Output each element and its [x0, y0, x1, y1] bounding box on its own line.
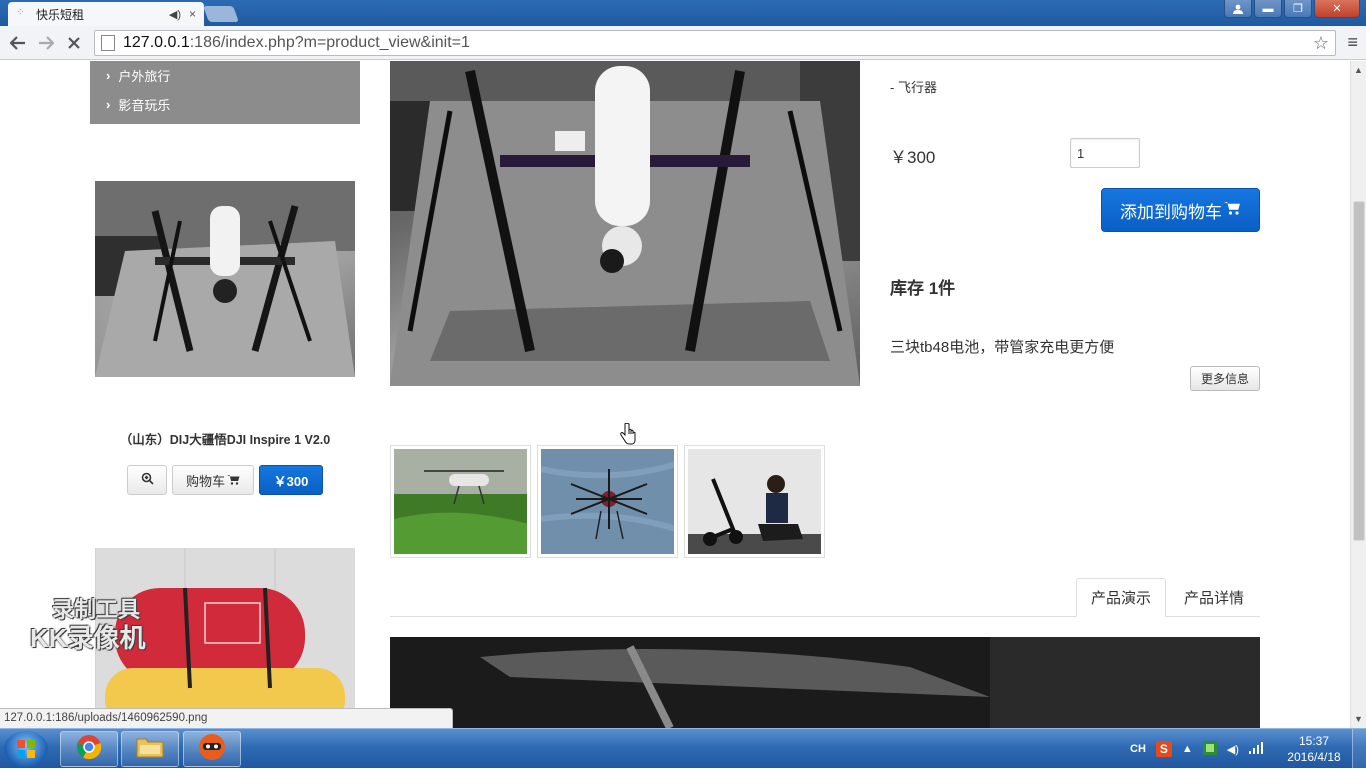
- more-info-button[interactable]: 更多信息: [1190, 366, 1260, 391]
- page-viewport: › 户外旅行 › 影音玩乐 （山东）DIJ大疆悟DJI Inspire 1 V2…: [0, 61, 1350, 728]
- side-cart-button[interactable]: 购物车: [172, 465, 254, 495]
- side-price-button[interactable]: ￥300: [259, 465, 323, 495]
- window-controls: ▬ ❐ ✕: [1224, 0, 1360, 18]
- volume-icon[interactable]: ◀): [1227, 743, 1239, 756]
- browser-tab[interactable]: ⁘ 快乐短租 ◀) ×: [8, 2, 204, 26]
- quantity-input[interactable]: [1070, 138, 1140, 168]
- chrome-icon: [76, 734, 102, 765]
- page-scrollbar[interactable]: ▲ ▼: [1350, 61, 1366, 728]
- user-icon[interactable]: [1224, 0, 1252, 18]
- main-product-image[interactable]: [390, 61, 860, 386]
- taskbar: CH S ▲ ◀) 15:37 2016/4/18: [0, 728, 1366, 769]
- bookmark-star-icon[interactable]: ☆: [1313, 33, 1329, 54]
- tab-close-icon[interactable]: ×: [189, 7, 196, 21]
- browser-toolbar: 127.0.0.1:186/index.php?m=product_view&i…: [0, 26, 1366, 60]
- recorder-watermark: 录制工具 KK录像机: [30, 596, 146, 652]
- thumb-person-scooter[interactable]: [684, 445, 825, 558]
- signal-icon[interactable]: [1248, 741, 1263, 757]
- stock-count: 库存 1件: [890, 279, 956, 298]
- browser-titlebar: ⁘ 快乐短租 ◀) × ▬ ❐ ✕: [0, 0, 1366, 26]
- cart-icon: [1224, 200, 1241, 220]
- new-tab-button[interactable]: [203, 6, 239, 22]
- scroll-down-arrow-icon[interactable]: ▼: [1354, 714, 1363, 724]
- side-product-actions: 购物车 ￥300: [127, 465, 323, 495]
- category-label: 户外旅行: [118, 69, 171, 84]
- speaker-icon[interactable]: ◀): [169, 8, 181, 21]
- back-arrow-icon[interactable]: [6, 31, 30, 55]
- network-tray-icon[interactable]: [1202, 740, 1217, 758]
- taskbar-explorer[interactable]: [121, 731, 179, 767]
- folder-icon: [136, 736, 164, 763]
- thumb-helicopter[interactable]: [390, 445, 531, 558]
- ime-indicator[interactable]: CH: [1130, 743, 1146, 755]
- product-category: - 飞行器: [890, 80, 937, 95]
- taskbar-kk-recorder[interactable]: [183, 731, 241, 767]
- product-description: 三块tb48电池，带管家充电更方便: [890, 339, 1115, 356]
- forward-arrow-icon[interactable]: [34, 31, 58, 55]
- restore-button[interactable]: ❐: [1284, 0, 1312, 18]
- page-loading-icon: ⁘: [16, 7, 25, 18]
- zoom-in-icon: [141, 472, 154, 488]
- show-desktop-button[interactable]: [1352, 729, 1366, 769]
- category-item-outdoor[interactable]: › 户外旅行: [90, 61, 360, 90]
- hand-cursor-icon: [620, 422, 636, 451]
- side-product-title[interactable]: （山东）DIJ大疆悟DJI Inspire 1 V2.0: [95, 429, 355, 448]
- chevron-right-icon: ›: [106, 68, 111, 83]
- product-demo-video[interactable]: [390, 637, 1260, 728]
- category-menu: › 户外旅行 › 影音玩乐: [90, 61, 360, 124]
- clock-time: 15:37: [1298, 734, 1330, 748]
- cart-icon: [227, 473, 240, 488]
- url-host: 127.0.0.1: [123, 34, 190, 51]
- category-label: 影音玩乐: [118, 98, 171, 113]
- chevron-right-icon: ›: [106, 97, 111, 112]
- stop-loading-icon[interactable]: [62, 31, 86, 55]
- kk-recorder-icon: [198, 733, 226, 766]
- system-clock[interactable]: 15:37 2016/4/18: [1282, 733, 1346, 765]
- category-item-media[interactable]: › 影音玩乐: [90, 90, 360, 119]
- address-bar[interactable]: 127.0.0.1:186/index.php?m=product_view&i…: [94, 30, 1336, 56]
- sogou-icon[interactable]: S: [1155, 741, 1172, 757]
- windows-logo-icon: [17, 740, 35, 758]
- watermark-line2: KK录像机: [30, 623, 146, 653]
- start-button[interactable]: [4, 731, 48, 767]
- clock-date: 2016/4/18: [1287, 750, 1341, 764]
- system-tray: CH S ▲ ◀): [1130, 729, 1263, 769]
- tab-product-details[interactable]: 产品详情: [1168, 578, 1260, 617]
- status-url-bubble: 127.0.0.1:186/uploads/1460962590.png: [0, 708, 453, 728]
- thumb-octocopter[interactable]: [537, 445, 678, 558]
- add-to-cart-button[interactable]: 添加到购物车: [1101, 188, 1260, 232]
- browser-menu-icon[interactable]: ≡: [1347, 32, 1358, 53]
- tab-title: 快乐短租: [36, 7, 85, 22]
- taskbar-chrome[interactable]: [60, 731, 118, 767]
- tray-expand-icon[interactable]: ▲: [1182, 743, 1193, 755]
- side-product-image[interactable]: [95, 181, 355, 377]
- url-path: :186/index.php?m=product_view&init=1: [189, 34, 470, 51]
- scroll-up-arrow-icon[interactable]: ▲: [1354, 65, 1363, 75]
- zoom-button[interactable]: [127, 465, 167, 495]
- watermark-line1: 录制工具: [52, 597, 141, 622]
- product-thumbnails: [390, 445, 825, 558]
- side-cart-label: 购物车: [185, 473, 225, 489]
- product-price: ￥300: [890, 148, 936, 167]
- minimize-button[interactable]: ▬: [1254, 0, 1282, 18]
- scrollbar-thumb[interactable]: [1353, 201, 1365, 541]
- close-button[interactable]: ✕: [1314, 0, 1360, 18]
- tab-product-demo[interactable]: 产品演示: [1076, 578, 1166, 617]
- add-to-cart-label: 添加到购物车: [1120, 202, 1222, 222]
- page-icon: [101, 35, 115, 51]
